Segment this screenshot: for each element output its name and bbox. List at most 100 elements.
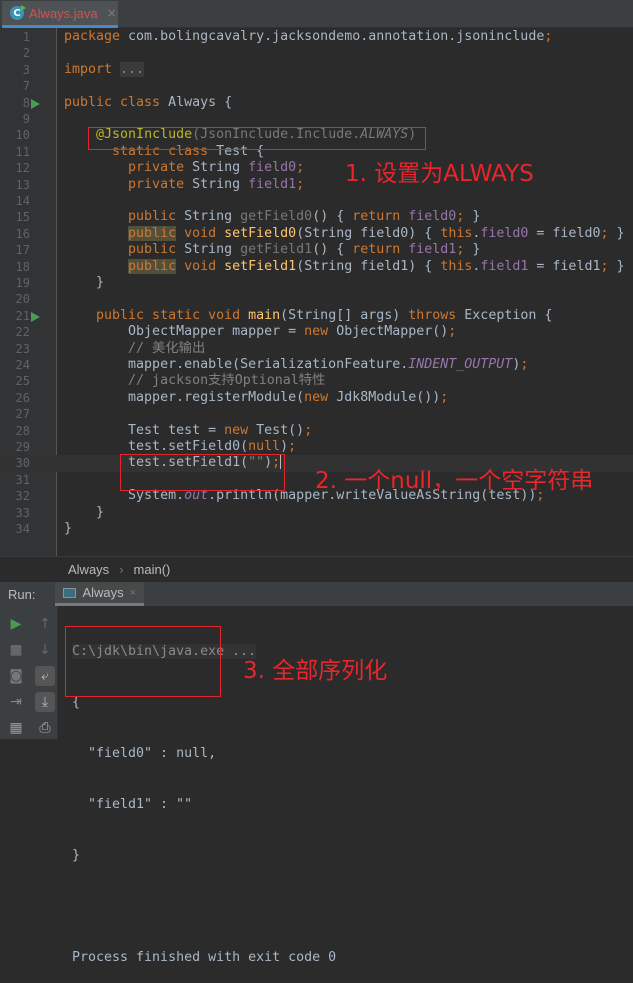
line-number: 14 — [15, 194, 30, 208]
code-token: ; — [456, 242, 473, 258]
code-line[interactable]: 33 } — [0, 505, 633, 521]
down-arrow-icon[interactable]: ↓ — [35, 640, 55, 660]
class-icon: C — [10, 5, 26, 20]
breadcrumb-method[interactable]: main() — [134, 562, 171, 577]
code-line[interactable]: 16 public void setField0(String field0) … — [0, 225, 633, 242]
line-number: 34 — [15, 522, 30, 536]
code-text: public String getField0() { return field… — [64, 209, 480, 225]
code-line[interactable]: 29 test.setField0(null); — [0, 439, 633, 455]
code-token: () { — [312, 209, 353, 225]
code-text: // jackson支持Optional特性 — [64, 373, 325, 389]
code-token: field0 — [248, 160, 297, 176]
run-gutter-icon[interactable] — [31, 98, 40, 109]
code-token: ... — [120, 61, 145, 77]
code-line[interactable]: 15 public String getField0() { return fi… — [0, 209, 633, 225]
code-token: getField1 — [240, 242, 313, 258]
code-line[interactable]: 3 import ... — [0, 61, 633, 78]
code-token: public — [128, 258, 177, 274]
line-number: 3 — [22, 62, 30, 77]
line-number: 26 — [15, 390, 30, 405]
code-line[interactable]: 1 package com.bolingcavalry.jacksondemo.a… — [0, 29, 633, 45]
code-token: return — [352, 242, 409, 258]
line-number: 10 — [15, 128, 30, 143]
code-line[interactable]: 12 private String field0; — [0, 160, 633, 176]
close-run-tab-icon[interactable]: × — [130, 587, 136, 599]
code-token: new — [224, 422, 257, 438]
editor-tab-bar: C Always.java × — [0, 0, 633, 28]
code-line[interactable]: 22 ObjectMapper mapper = new ObjectMappe… — [0, 324, 633, 340]
code-line[interactable]: 17 public String getField1() { return fi… — [0, 242, 633, 258]
code-token: ; — [520, 357, 529, 372]
breadcrumb-class[interactable]: Always — [68, 562, 109, 577]
code-line[interactable]: 27 — [0, 406, 633, 422]
code-line[interactable]: 9 — [0, 111, 633, 127]
code-line[interactable]: 8 public class Always { — [0, 95, 633, 111]
code-token: } — [616, 225, 625, 241]
code-text: public static void main(String[] args) t… — [64, 308, 552, 324]
code-token: test.setField0( — [64, 439, 249, 454]
code-token: ; — [600, 258, 617, 274]
code-token: (String field0) { — [296, 225, 441, 241]
code-token: com.bolingcavalry.jacksondemo.annotation… — [128, 29, 545, 44]
code-line[interactable]: 21 public static void main(String[] args… — [0, 308, 633, 324]
code-line[interactable]: 13 private String field1; — [0, 177, 633, 193]
code-line[interactable]: 18 public void setField1(String field1) … — [0, 258, 633, 275]
line-number: 33 — [15, 505, 30, 520]
code-token: ; — [456, 209, 473, 225]
run-toolbar: ▶ ■ ◙ ⇥ ▦ ↑ ↓ ⤶ ⤓ ⎙ — [0, 606, 58, 739]
line-number: 25 — [15, 374, 30, 389]
code-token: } — [64, 275, 105, 290]
line-number: 16 — [15, 226, 30, 241]
camera-icon[interactable]: ◙ — [6, 666, 26, 686]
line-number: 11 — [15, 144, 30, 159]
run-tab-always[interactable]: Always × — [55, 582, 145, 606]
run-tab-label: Always — [82, 585, 124, 600]
print-icon[interactable]: ⎙ — [35, 718, 55, 738]
run-gutter-icon[interactable] — [31, 311, 40, 322]
line-number: 8 — [22, 95, 30, 110]
note-1: 1. 设置为ALWAYS — [345, 161, 534, 187]
tab-always-java[interactable]: C Always.java × — [2, 1, 118, 28]
code-text: ObjectMapper mapper = new ObjectMapper()… — [64, 324, 456, 340]
line-number: 21 — [15, 308, 30, 323]
up-arrow-icon[interactable]: ↑ — [35, 614, 55, 634]
code-token: ObjectMapper mapper = — [64, 324, 305, 340]
code-token: this — [440, 258, 473, 274]
code-line[interactable]: 7 — [0, 78, 633, 94]
code-token: null — [248, 439, 281, 454]
code-text: } — [64, 521, 72, 537]
code-line[interactable]: 23 // 美化输出 — [0, 341, 633, 357]
stop-icon[interactable]: ■ — [6, 640, 26, 660]
exit-icon[interactable]: ⇥ — [6, 692, 26, 712]
code-token: } — [64, 521, 73, 536]
code-line[interactable]: 20 — [0, 291, 633, 307]
line-number: 12 — [15, 161, 30, 176]
code-token: ; — [288, 439, 297, 454]
line-number: 30 — [15, 456, 30, 471]
line-number: 13 — [15, 177, 30, 192]
code-line[interactable]: 14 — [0, 193, 633, 209]
line-number: 22 — [15, 325, 30, 340]
scroll-to-end-icon[interactable]: ⤓ — [35, 692, 55, 712]
code-token: } — [616, 258, 625, 274]
code-line[interactable]: 34} — [0, 521, 633, 537]
code-token: import — [64, 61, 121, 77]
code-line[interactable]: 25 // jackson支持Optional特性 — [0, 373, 633, 389]
highlight-box-annotation — [88, 127, 426, 150]
code-token: setField0 — [224, 225, 297, 241]
soft-wrap-icon[interactable]: ⤶ — [35, 666, 55, 686]
layout-icon[interactable]: ▦ — [6, 718, 26, 738]
code-text: mapper.enable(SerializationFeature.INDEN… — [64, 357, 528, 373]
rerun-icon[interactable]: ▶ — [6, 614, 26, 634]
code-line[interactable]: 24 mapper.enable(SerializationFeature.IN… — [0, 357, 633, 373]
code-line[interactable]: 26 mapper.registerModule(new Jdk8Module(… — [0, 390, 633, 406]
code-text: } — [64, 505, 104, 521]
code-token: (String[] args) — [280, 307, 409, 323]
code-token: private — [64, 176, 193, 192]
code-line[interactable]: 19 } — [0, 275, 633, 291]
code-line[interactable]: 2 — [0, 45, 633, 61]
close-tab-icon[interactable]: × — [107, 6, 117, 20]
code-line[interactable]: 28 Test test = new Test(); — [0, 423, 633, 439]
line-number: 29 — [15, 440, 30, 454]
line-number: 19 — [15, 276, 30, 290]
